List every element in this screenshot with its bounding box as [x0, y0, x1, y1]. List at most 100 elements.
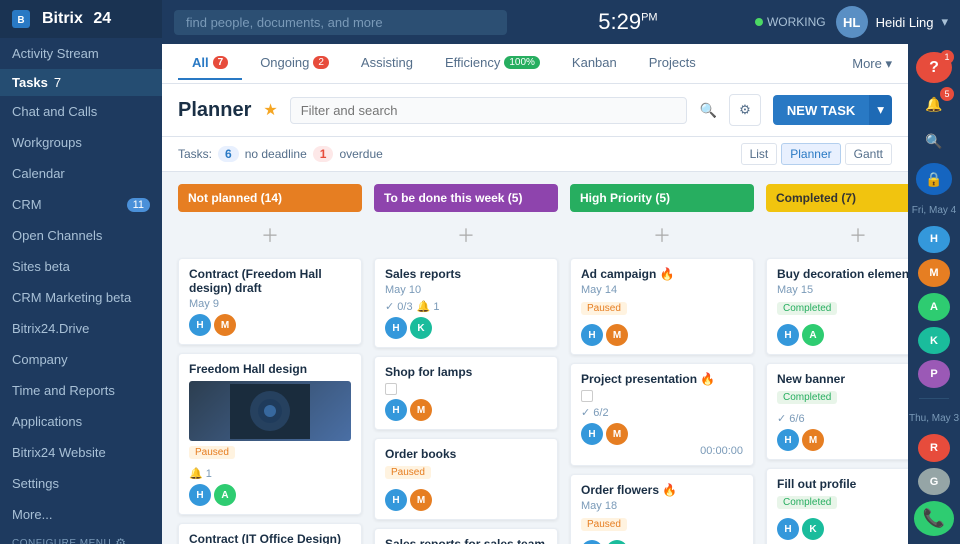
- kanban-board: Not planned (14) ＋ Contract (Freedom Hal…: [162, 172, 908, 544]
- avatar: M: [410, 399, 432, 421]
- tab-ongoing-badge: 2: [313, 56, 329, 69]
- tasks-badge: 7: [54, 75, 61, 90]
- task-checkbox: [581, 390, 593, 402]
- gear-icon: ⚙: [115, 536, 126, 544]
- sidebar-item-workgroups[interactable]: Workgroups: [0, 127, 162, 158]
- bell-badge: 5: [940, 87, 954, 101]
- avatar: H: [581, 540, 603, 544]
- sidebar-item-sites[interactable]: Sites beta: [0, 251, 162, 282]
- tab-efficiency-badge: 100%: [504, 56, 540, 69]
- sidebar-item-crm[interactable]: CRM 11: [0, 189, 162, 220]
- task-card-c16: New banner Completed ✓ 6/6 H M: [766, 363, 908, 460]
- content-area: All 7 Ongoing 2 Assisting Efficiency 100…: [162, 44, 960, 544]
- col-add-to-be-done[interactable]: ＋: [374, 220, 558, 250]
- avatar: K: [802, 518, 824, 540]
- avatar: H: [777, 324, 799, 346]
- col-add-not-planned[interactable]: ＋: [178, 220, 362, 250]
- rp-avatar-4[interactable]: K: [918, 327, 950, 355]
- avatar: H: [777, 518, 799, 540]
- rp-avatar-6[interactable]: R: [918, 434, 950, 462]
- task-meta-bar: Tasks: 6 no deadline 1 overdue List Plan…: [162, 137, 908, 172]
- rp-avatar-5[interactable]: P: [918, 360, 950, 388]
- rp-avatar-3[interactable]: A: [918, 293, 950, 321]
- avatar: H: [581, 423, 603, 445]
- tabs-bar: All 7 Ongoing 2 Assisting Efficiency 100…: [162, 44, 908, 84]
- col-add-high-priority[interactable]: ＋: [570, 220, 754, 250]
- status-badge: Paused: [581, 518, 627, 531]
- gantt-view-btn[interactable]: Gantt: [845, 143, 892, 165]
- task-count-badge: 6: [218, 146, 239, 162]
- rp-avatar-7[interactable]: G: [918, 468, 950, 496]
- bell-icon-btn[interactable]: 🔔 5: [916, 89, 952, 120]
- planner-settings-btn[interactable]: ⚙: [729, 94, 761, 126]
- sidebar-item-open-channels[interactable]: Open Channels: [0, 220, 162, 251]
- avatar: M: [802, 429, 824, 451]
- tabs-more-btn[interactable]: More ▾: [852, 56, 892, 72]
- app-logo[interactable]: B Bitrix 24: [0, 0, 162, 38]
- lock-icon-btn[interactable]: 🔒: [916, 163, 952, 194]
- rp-avatar-2[interactable]: M: [918, 259, 950, 287]
- sidebar-item-more[interactable]: More...: [0, 499, 162, 530]
- sidebar-item-calendar[interactable]: Calendar: [0, 158, 162, 189]
- col-header-high-priority: High Priority (5): [570, 184, 754, 212]
- star-icon[interactable]: ★: [263, 100, 277, 120]
- avatar: H: [189, 314, 211, 336]
- main-area: 5:29PM WORKING HL Heidi Ling ▾ All 7 Ong…: [162, 0, 960, 544]
- col-add-completed[interactable]: ＋: [766, 220, 908, 250]
- avatar: M: [410, 489, 432, 511]
- phone-call-btn[interactable]: 📞: [914, 501, 954, 536]
- tab-kanban[interactable]: Kanban: [558, 47, 631, 80]
- rp-avatar-1[interactable]: H: [918, 226, 950, 254]
- tab-all[interactable]: All 7: [178, 47, 242, 80]
- column-completed: Completed (7) ＋ Buy decoration elements …: [766, 184, 908, 532]
- tab-projects[interactable]: Projects: [635, 47, 710, 80]
- avatar: A: [802, 324, 824, 346]
- sidebar-item-tasks[interactable]: Tasks 7: [0, 69, 162, 96]
- tab-ongoing[interactable]: Ongoing 2: [246, 47, 343, 80]
- configure-menu-btn[interactable]: CONFIGURE MENU ⚙: [0, 530, 162, 544]
- status-badge: Paused: [189, 446, 235, 459]
- task-card-c2: Freedom Hall design Paused: [178, 353, 362, 515]
- search-input[interactable]: [174, 10, 507, 35]
- column-not-planned: Not planned (14) ＋ Contract (Freedom Hal…: [178, 184, 362, 532]
- sidebar-item-time-reports[interactable]: Time and Reports: [0, 375, 162, 406]
- tab-efficiency[interactable]: Efficiency 100%: [431, 47, 554, 80]
- new-task-button[interactable]: NEW TASK: [773, 95, 869, 125]
- task-card-c7: Order books Paused H M: [374, 438, 558, 520]
- tab-assisting[interactable]: Assisting: [347, 47, 427, 80]
- sidebar-item-crm-marketing[interactable]: CRM Marketing beta: [0, 282, 162, 313]
- avatar: M: [606, 423, 628, 445]
- column-high-priority: High Priority (5) ＋ Ad campaign 🔥 May 14…: [570, 184, 754, 532]
- lock-icon: 🔒: [925, 171, 942, 188]
- help-icon-btn[interactable]: ? 1: [916, 52, 952, 83]
- planner-view-btn[interactable]: Planner: [781, 143, 840, 165]
- sidebar-item-company[interactable]: Company: [0, 344, 162, 375]
- task-card-c11: Project presentation 🔥 ✓ 6/2 H M 00:00:0…: [570, 363, 754, 466]
- sidebar-item-applications[interactable]: Applications: [0, 406, 162, 437]
- right-panel-date-fri: Fri, May 4: [912, 201, 956, 220]
- avatar: K: [606, 540, 628, 544]
- sidebar-item-chat-calls[interactable]: Chat and Calls: [0, 96, 162, 127]
- list-view-btn[interactable]: List: [741, 143, 778, 165]
- avatar: M: [214, 314, 236, 336]
- app-name: Bitrix 24: [36, 10, 111, 28]
- planner-filter-input[interactable]: [290, 97, 688, 124]
- sidebar-item-settings[interactable]: Settings: [0, 468, 162, 499]
- search-icon-btn[interactable]: 🔍: [916, 126, 952, 157]
- task-card-c10: Ad campaign 🔥 May 14 Paused H M: [570, 258, 754, 355]
- phone-icon: 📞: [923, 508, 945, 529]
- user-avatar[interactable]: HL: [836, 6, 868, 38]
- sidebar-item-activity-stream[interactable]: Activity Stream: [0, 38, 162, 69]
- help-badge: 1: [940, 50, 954, 64]
- sidebar-item-bitrix24-website[interactable]: Bitrix24 Website: [0, 437, 162, 468]
- chevron-down-icon[interactable]: ▾: [941, 14, 948, 30]
- new-task-dropdown-btn[interactable]: ▾: [869, 95, 892, 125]
- sidebar-item-bitrix24-drive[interactable]: Bitrix24.Drive: [0, 313, 162, 344]
- new-task-group: NEW TASK ▾: [773, 95, 892, 125]
- status-badge: Paused: [581, 302, 627, 315]
- avatar: H: [385, 399, 407, 421]
- task-meta-left: Tasks: 6 no deadline 1 overdue: [178, 146, 383, 162]
- svg-text:B: B: [17, 15, 24, 26]
- col-header-to-be-done: To be done this week (5): [374, 184, 558, 212]
- status-badge: Completed: [777, 391, 837, 404]
